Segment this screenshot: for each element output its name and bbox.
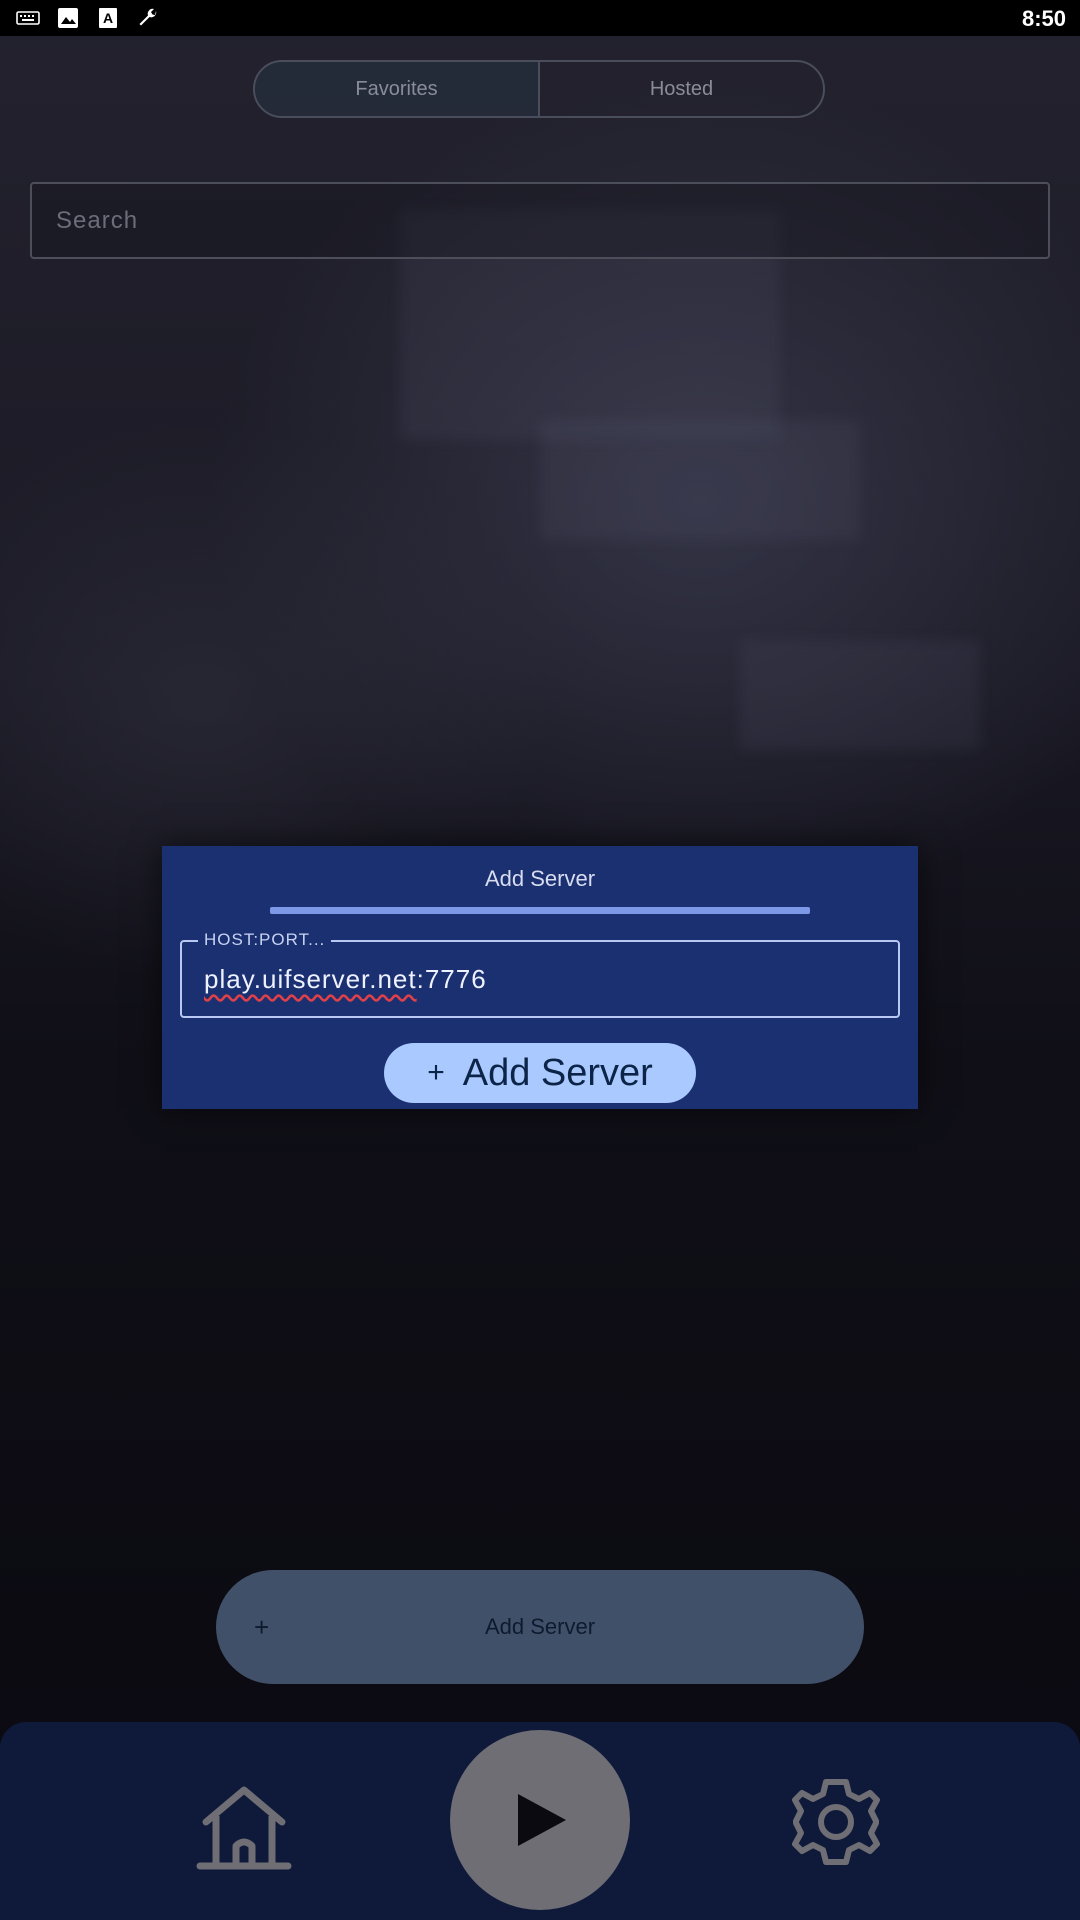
host-value: play.uifserver.net <box>204 964 417 994</box>
play-icon <box>518 1794 566 1846</box>
plus-icon: + <box>254 1611 270 1642</box>
plus-icon: + <box>427 1056 445 1089</box>
status-time: 8:50 <box>1021 6 1066 31</box>
bottom-nav <box>0 1722 1080 1920</box>
host-port-value[interactable]: play.uifserver.net:7776 <box>204 964 487 995</box>
dialog-add-server-label: Add Server <box>462 1051 653 1094</box>
play-button[interactable] <box>450 1730 630 1910</box>
host-port-label: HOST:PORT... <box>198 930 332 950</box>
background-shape <box>740 640 980 750</box>
search-box <box>30 182 1050 259</box>
wrench-icon <box>139 8 157 26</box>
add-server-button[interactable]: + Add Server <box>216 1570 864 1684</box>
background-shape <box>540 420 860 540</box>
keyboard-icon <box>16 11 40 25</box>
dialog-title: Add Server <box>484 866 596 891</box>
gear-icon[interactable] <box>788 1774 884 1870</box>
search-input[interactable] <box>54 205 1048 236</box>
tab-hosted[interactable]: Hosted <box>538 62 823 116</box>
a-box-icon: A <box>99 8 117 28</box>
dialog-progress-bar <box>270 907 810 914</box>
svg-text:A: A <box>103 10 113 26</box>
add-server-label: Add Server <box>484 1614 596 1639</box>
host-port-field[interactable]: HOST:PORT... play.uifserver.net:7776 <box>180 930 900 1018</box>
status-bar: A 8:50 <box>0 0 1080 36</box>
dialog-add-server-button[interactable]: + Add Server <box>384 1043 696 1103</box>
add-server-dialog: Add Server HOST:PORT... play.uifserver.n… <box>162 846 918 1109</box>
home-icon[interactable] <box>196 1778 292 1874</box>
tab-favorites[interactable]: Favorites <box>255 62 538 116</box>
server-tabs: Favorites Hosted <box>253 60 825 118</box>
image-icon <box>58 8 78 28</box>
port-value: :7776 <box>416 964 487 994</box>
